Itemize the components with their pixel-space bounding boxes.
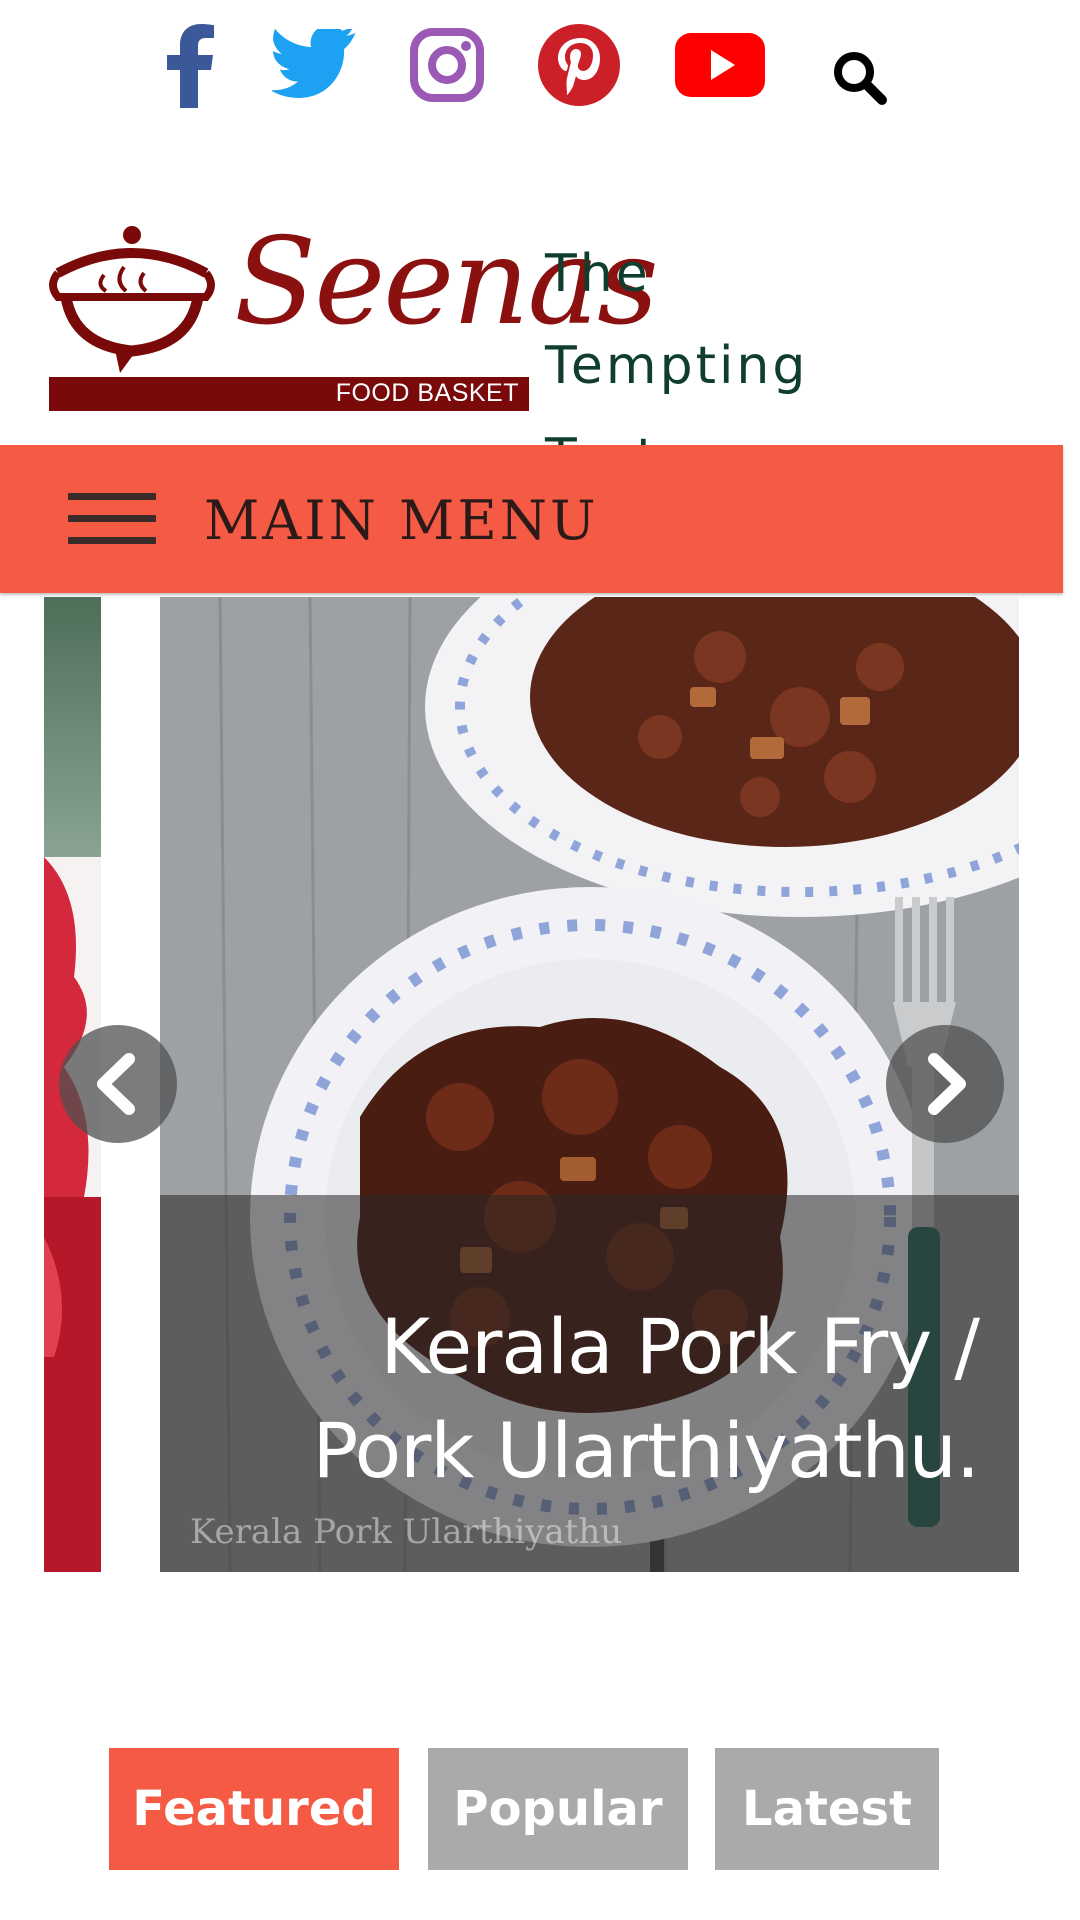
tab-popular[interactable]: Popular — [428, 1748, 688, 1870]
pinterest-icon[interactable] — [538, 24, 620, 106]
chevron-left-icon — [97, 1053, 135, 1115]
slider-prev-button[interactable] — [59, 1025, 177, 1143]
social-links-bar — [0, 0, 1080, 140]
logo-band: FOOD BASKET — [49, 377, 529, 411]
search-icon[interactable] — [832, 50, 888, 106]
site-logo[interactable]: Seenas FOOD BASKET — [44, 215, 659, 415]
facebook-icon[interactable] — [166, 24, 216, 108]
chevron-right-icon — [928, 1053, 966, 1115]
tab-latest[interactable]: Latest — [715, 1748, 939, 1870]
twitter-icon[interactable] — [272, 29, 356, 99]
pot-emblem-icon — [49, 226, 215, 373]
featured-slider: Kerala Pork Fry / Pork Ularthiyathu. Ker… — [0, 597, 1080, 1572]
logo-band-text: FOOD BASKET — [335, 379, 519, 407]
hamburger-icon — [68, 493, 156, 545]
main-menu-toggle[interactable]: MAIN MENU — [0, 445, 1063, 593]
youtube-icon[interactable] — [675, 33, 765, 97]
slider-next-button[interactable] — [886, 1025, 1004, 1143]
post-tabs: Featured Popular Latest — [0, 1748, 1080, 1870]
tab-featured[interactable]: Featured — [109, 1748, 399, 1870]
slide-watermark: Kerala Pork Ularthiyathu — [190, 1512, 623, 1552]
instagram-icon[interactable] — [410, 28, 484, 102]
main-menu-label: MAIN MENU — [204, 489, 599, 552]
slide-title[interactable]: Kerala Pork Fry / Pork Ularthiyathu. — [259, 1295, 980, 1503]
